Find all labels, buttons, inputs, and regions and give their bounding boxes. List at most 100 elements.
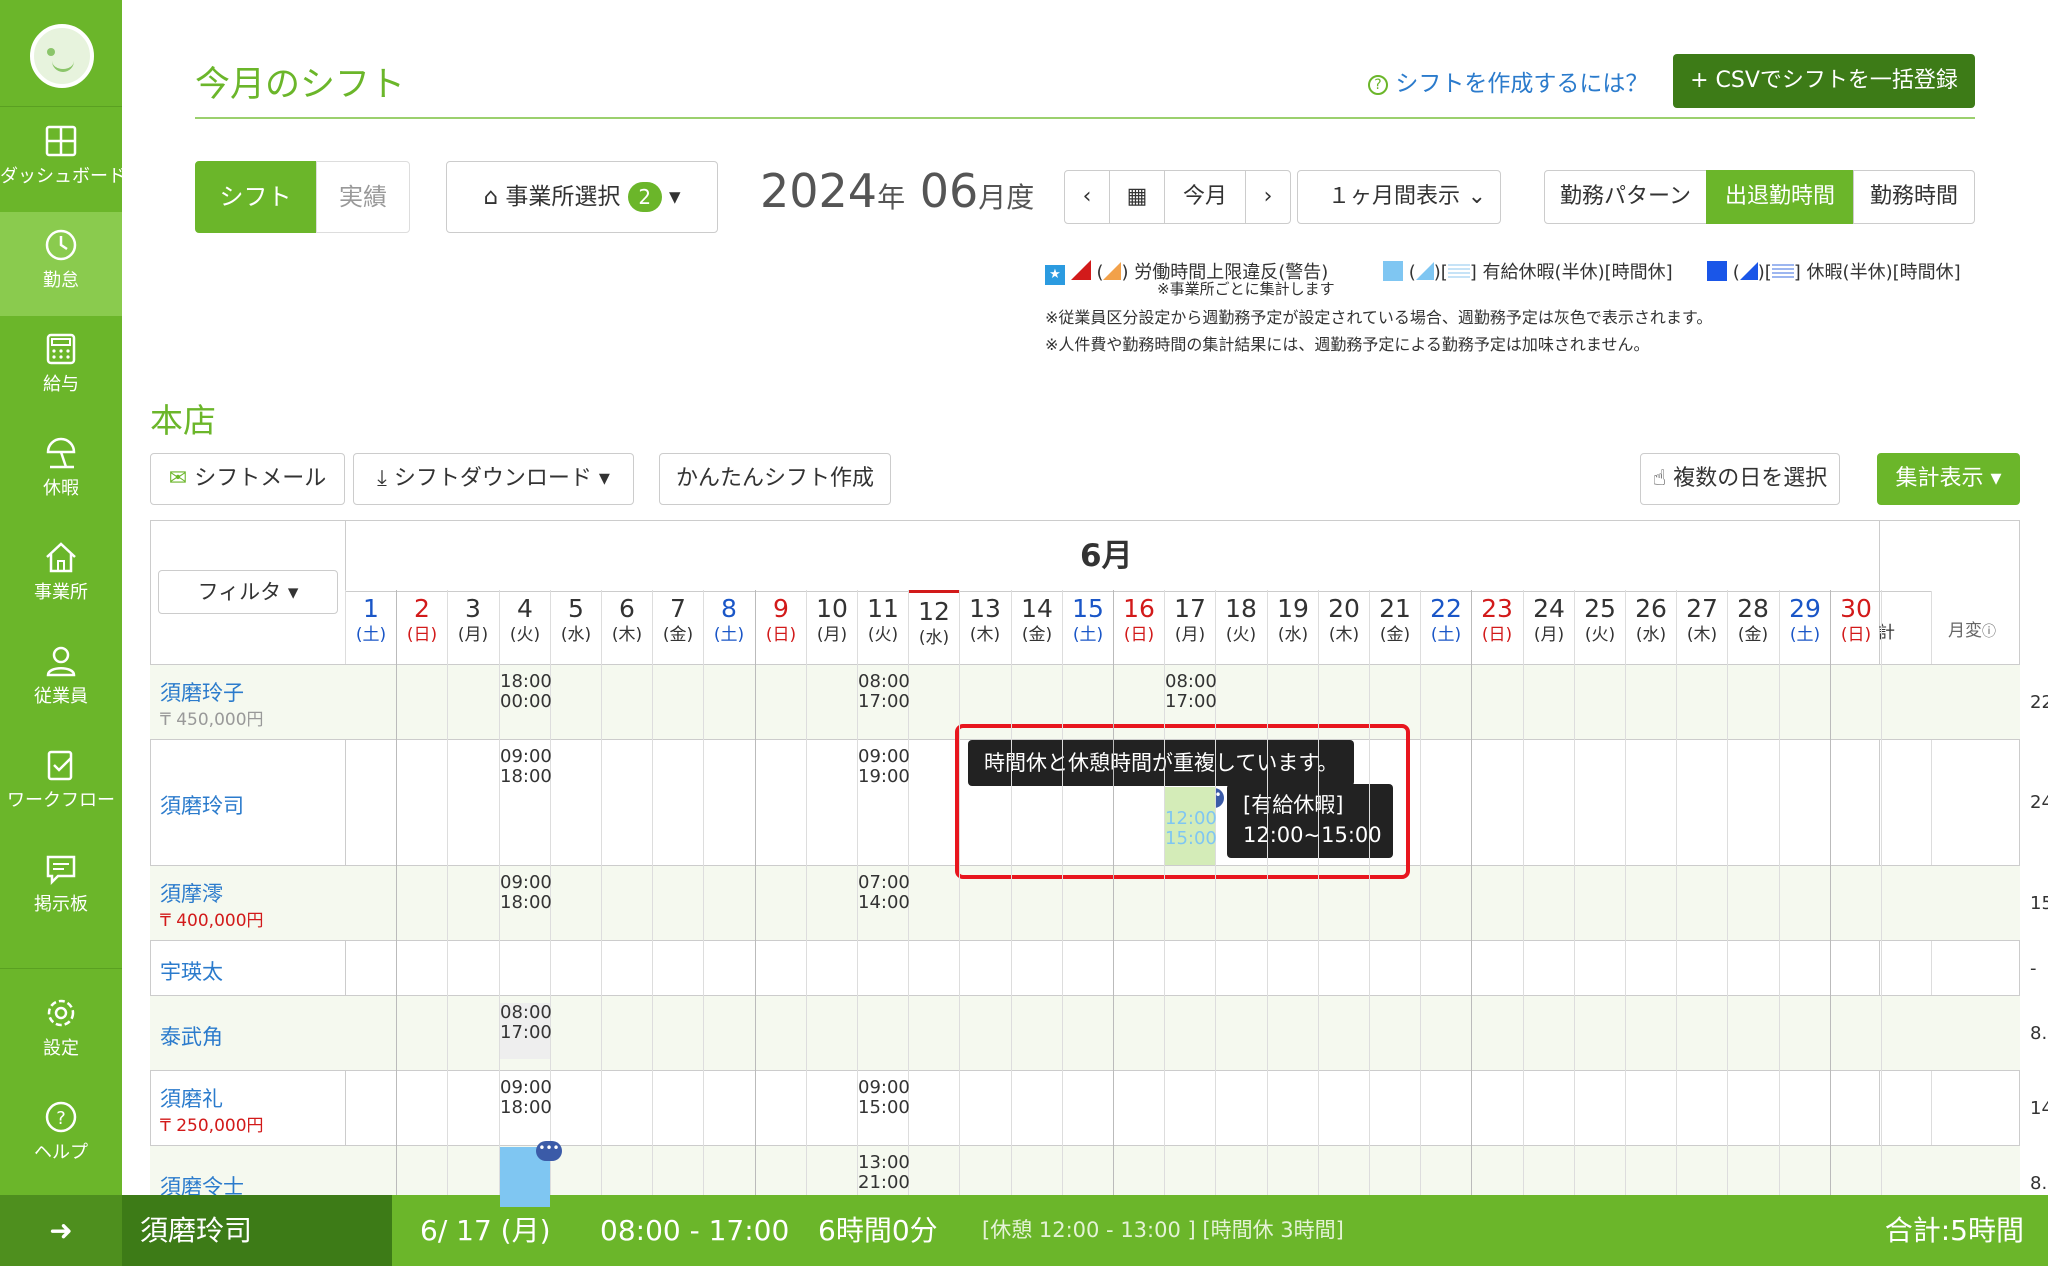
employee-name-link[interactable]: 須磨玲子 [160,677,244,707]
section-title: 本店 [150,401,216,440]
shift-cell[interactable]: 09:00 18:00 [500,1078,552,1118]
day-header-29[interactable]: 29 (土) [1779,590,1830,664]
day-header-25[interactable]: 25 (火) [1574,590,1625,664]
csv-register-button[interactable]: + CSVでシフトを一括登録 [1673,54,1975,108]
day-header-26[interactable]: 26 (水) [1625,590,1676,664]
grid-line [1267,590,1268,1195]
employee-name-link[interactable]: 泰武角 [160,1021,223,1051]
day-header-8[interactable]: 8 (土) [703,590,754,664]
day-weekday: (金) [1021,625,1053,645]
day-header-9[interactable]: 9 (日) [755,590,806,664]
view-inout-button[interactable]: 出退勤時間 [1706,170,1854,224]
sidebar-item-leave[interactable]: 休暇 [0,420,122,524]
next-month-button[interactable]: › [1245,170,1291,224]
day-weekday: (水) [918,628,950,648]
shift-cell[interactable]: 09:00 18:00 [500,747,552,787]
day-header-16[interactable]: 16 (日) [1113,590,1164,664]
day-header-20[interactable]: 20 (木) [1318,590,1369,664]
office-select-button[interactable]: ⌂ 事業所選択 2 ▾ [446,161,718,233]
day-header-3[interactable]: 3 (月) [447,590,498,664]
help-link[interactable]: ? シフトを作成するには？ [1368,64,1648,98]
multi-day-select-button[interactable]: ☝ 複数の日を選択 [1640,453,1840,505]
sidebar-item-help[interactable]: ? ヘルプ [0,1084,122,1188]
view-hours-button[interactable]: 勤務時間 [1853,170,1975,224]
envelope-icon: ✉ [168,466,188,491]
sidebar-item-office[interactable]: 事業所 [0,524,122,628]
shift-cell[interactable]: 08:00 17:00 [858,672,910,712]
calendar-icon: ▦ [1126,184,1148,209]
sidebar-item-settings[interactable]: 設定 [0,980,122,1084]
employee-name-link[interactable]: 須摩澪 [160,878,223,908]
sidebar-item-employees[interactable]: 従業員 [0,628,122,732]
calendar-button[interactable]: ▦ [1109,170,1165,224]
day-header-17[interactable]: 17 (月) [1164,590,1215,664]
day-header-22[interactable]: 22 (土) [1420,590,1471,664]
tab-shift[interactable]: シフト [195,161,316,233]
shift-cell[interactable]: 09:00 18:00 [500,873,552,913]
day-number: 19 [1277,594,1309,623]
sidebar-item-attendance[interactable]: 勤怠 [0,212,122,316]
day-header-2[interactable]: 2 (日) [396,590,447,664]
day-header-10[interactable]: 10 (月) [806,590,857,664]
day-header-15[interactable]: 15 (土) [1062,590,1113,664]
day-header-6[interactable]: 6 (木) [601,590,652,664]
employee-name-link[interactable]: 須磨礼 [160,1083,223,1113]
shift-cell[interactable]: 12:00 15:00 [1165,787,1217,865]
day-header-4[interactable]: 4 (火) [499,590,550,664]
shift-start: 09:00 [858,1077,910,1098]
day-header-27[interactable]: 27 (木) [1676,590,1727,664]
day-header-13[interactable]: 13 (木) [959,590,1010,664]
shift-cell[interactable]: 18:00 00:00 [500,672,552,712]
logo-icon[interactable] [30,24,94,88]
shift-cell[interactable]: 09:00 15:00 [858,1077,910,1118]
shift-cell[interactable]: 08:00 17:00 [500,1003,552,1059]
view-pattern-button[interactable]: 勤務パターン [1544,170,1707,224]
shift-cell[interactable]: 08:00 17:00 [1165,672,1217,712]
sidebar-item-dashboard[interactable]: ダッシュボード [0,108,126,212]
download-icon: ⤓ [377,466,387,491]
day-header-28[interactable]: 28 (金) [1727,590,1778,664]
sidebar-item-board[interactable]: 掲示板 [0,836,122,940]
yen-icon: ₸ [160,1116,177,1136]
sidebar-item-label: 従業員 [34,686,88,707]
sidebar-item-label: 給与 [43,374,79,395]
shift-mail-button[interactable]: ✉ シフトメール [150,453,345,505]
day-number: 24 [1533,594,1565,623]
day-header-18[interactable]: 18 (火) [1215,590,1266,664]
grid-line [1830,590,1831,1195]
employee-name-link[interactable]: 宇瑛太 [160,956,223,986]
day-header-23[interactable]: 23 (日) [1471,590,1522,664]
day-header-7[interactable]: 7 (金) [652,590,703,664]
range-select[interactable]: １ヶ月間表示 ⌄ [1297,170,1501,224]
grid-line [1420,590,1421,1195]
day-header-5[interactable]: 5 (水) [550,590,601,664]
summary-view-button[interactable]: 集計表示 ▾ [1877,453,2020,505]
easy-shift-create-button[interactable]: かんたんシフト作成 [659,453,891,505]
sidebar-item-workflow[interactable]: ワークフロー [0,732,122,836]
comment-icon[interactable]: ••• [536,1141,562,1161]
shift-cell[interactable]: 07:00 14:00 [858,873,910,913]
prev-month-button[interactable]: ‹ [1064,170,1110,224]
day-header-30[interactable]: 30 (日) [1830,590,1881,664]
day-header-12[interactable]: 12 (水) [908,590,959,664]
day-number: 17 [1174,594,1206,623]
day-header-1[interactable]: 1 (土) [345,590,396,664]
arrow-right-icon[interactable]: ➜ [0,1195,122,1266]
blue-triangle-icon [1739,262,1758,280]
day-header-19[interactable]: 19 (水) [1267,590,1318,664]
day-weekday: (金) [1737,625,1769,645]
shift-cell[interactable]: 09:00 19:00 [858,747,910,787]
shift-cell[interactable]: 13:00 21:00 [858,1153,910,1193]
employee-name-link[interactable]: 須磨玲司 [160,790,244,820]
day-header-14[interactable]: 14 (金) [1011,590,1062,664]
day-weekday: (日) [765,625,797,645]
day-header-11[interactable]: 11 (火) [857,590,908,664]
pointer-hand-icon: ☝ [1652,466,1667,491]
day-header-24[interactable]: 24 (月) [1523,590,1574,664]
shift-download-button[interactable]: ⤓ シフトダウンロード ▾ [353,453,634,505]
current-month-button[interactable]: 今月 [1164,170,1246,224]
day-header-21[interactable]: 21 (金) [1369,590,1420,664]
filter-button[interactable]: フィルタ ▾ [158,570,338,614]
tab-actual[interactable]: 実績 [316,161,410,233]
sidebar-item-payroll[interactable]: 給与 [0,316,122,420]
